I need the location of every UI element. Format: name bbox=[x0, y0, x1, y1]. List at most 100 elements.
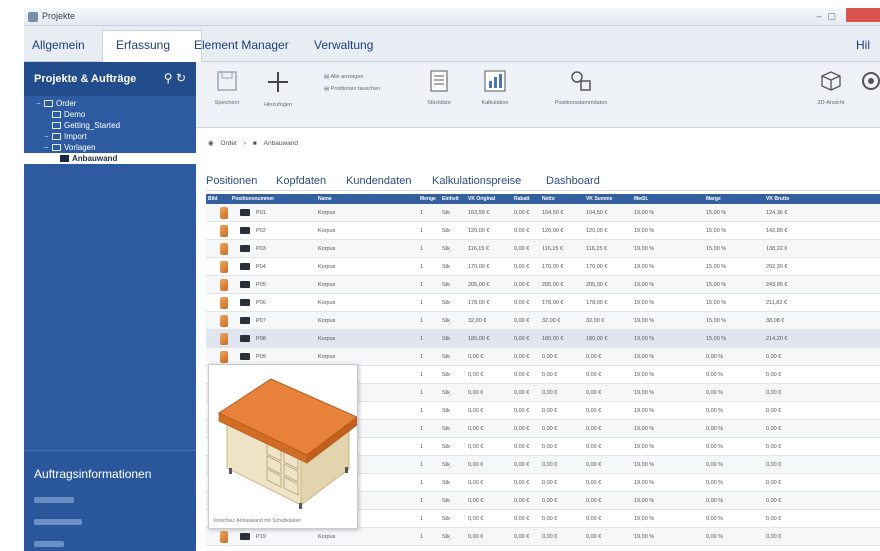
search-icon[interactable]: ⚲ bbox=[164, 71, 173, 85]
menu-erfassung[interactable]: Erfassung bbox=[116, 38, 170, 52]
menu-allgemein[interactable]: Allgemein bbox=[32, 38, 85, 52]
column-header[interactable]: Netto bbox=[542, 196, 555, 202]
cell-vat: 19,00 % bbox=[634, 480, 655, 486]
cell-total: 0,00 € bbox=[586, 408, 602, 414]
tab-dashboard[interactable]: Dashboard bbox=[546, 175, 600, 187]
cell-quantity: 1 bbox=[420, 336, 424, 342]
save-button[interactable]: Speichern bbox=[210, 70, 244, 106]
column-header[interactable]: Menge bbox=[420, 196, 436, 202]
cell-unit: Stk bbox=[442, 534, 450, 540]
cell-discount: 0,00 € bbox=[514, 516, 530, 522]
table-row[interactable]: P06 Korpus 1 Stk 178,00 € 0,00 € 178,00 € 178,0… bbox=[206, 294, 880, 312]
cell-net: 120,00 € bbox=[542, 228, 564, 234]
table-row[interactable]: P04 Korpus 1 Stk 170,00 € 0,00 € 170,00 € 170,0… bbox=[206, 258, 880, 276]
cell-gross: 0,00 € bbox=[766, 462, 782, 468]
cell-gross: 0,00 € bbox=[766, 408, 782, 414]
column-header[interactable]: Einheit bbox=[442, 196, 459, 202]
column-header[interactable]: Marge bbox=[706, 196, 721, 202]
column-header[interactable]: VK Summe bbox=[586, 196, 612, 202]
tree-node[interactable]: Anbauwand bbox=[24, 153, 196, 164]
tree-node[interactable]: − Import bbox=[24, 131, 196, 142]
tree-twisty[interactable]: − bbox=[44, 142, 52, 153]
tree-node[interactable]: − Order bbox=[24, 98, 196, 109]
tree-twisty[interactable]: − bbox=[44, 131, 52, 142]
cell-quantity: 1 bbox=[420, 444, 424, 450]
breadcrumb-home-icon[interactable]: ◉ bbox=[208, 139, 214, 147]
folder-icon bbox=[52, 122, 61, 129]
tree-node[interactable]: Demo bbox=[24, 109, 196, 120]
tab-kopfdaten[interactable]: Kopfdaten bbox=[276, 175, 326, 187]
menu-verwaltung[interactable]: Verwaltung bbox=[314, 38, 373, 52]
column-header[interactable]: MwSt. bbox=[634, 196, 648, 202]
cell-net: 0,00 € bbox=[542, 444, 558, 450]
table-row[interactable]: P19 Korpus 1 Stk 0,00 € 0,00 € 0,00 € 0,00 € 19,… bbox=[206, 528, 880, 546]
tool-label: 3D-Ansicht bbox=[817, 100, 845, 106]
3d-view-button[interactable]: 3D-Ansicht bbox=[816, 70, 846, 106]
cell-price-original: 170,00 € bbox=[468, 264, 490, 270]
window-controls[interactable]: –▢ bbox=[816, 11, 842, 22]
tool-label: Positionen tauschen bbox=[330, 86, 381, 92]
table-row[interactable]: P08 Korpus 1 Stk 180,00 € 0,00 € 180,00 € 180,0… bbox=[206, 330, 880, 348]
tree-node[interactable]: − Vorlagen bbox=[24, 142, 196, 153]
tab-kundendaten[interactable]: Kundendaten bbox=[346, 175, 411, 187]
cell-gross: 202,30 € bbox=[766, 264, 788, 270]
breadcrumb-item[interactable]: Anbauwand bbox=[264, 140, 298, 147]
cell-net: 170,00 € bbox=[542, 264, 564, 270]
tab-kalkulationspreise[interactable]: Kalkulationspreise bbox=[432, 175, 521, 187]
table-row[interactable]: P05 Korpus 1 Stk 205,00 € 0,00 € 205,00 € 205,0… bbox=[206, 276, 880, 294]
cell-total: 0,00 € bbox=[586, 444, 602, 450]
cell-margin: 15,00 % bbox=[706, 300, 727, 306]
cell-quantity: 1 bbox=[420, 426, 424, 432]
cell-total: 116,15 € bbox=[586, 246, 608, 252]
tree-node[interactable]: Getting_Started bbox=[24, 120, 196, 131]
parts-list-button[interactable]: Stückliste bbox=[422, 70, 456, 106]
swap-positions-button[interactable]: ▤ Positionen tauschen bbox=[324, 86, 384, 92]
table-row[interactable]: P03 Korpus 1 Stk 116,15 € 0,00 € 116,15 € 116,1… bbox=[206, 240, 880, 258]
menu-element-manager[interactable]: Element Manager bbox=[194, 38, 289, 52]
show-all-button[interactable]: ▤ Alle anzeigen bbox=[324, 74, 380, 80]
tree-twisty[interactable]: − bbox=[36, 98, 44, 109]
cell-net: 0,00 € bbox=[542, 534, 558, 540]
cell-unit: Stk bbox=[442, 390, 450, 396]
cell-quantity: 1 bbox=[420, 372, 424, 378]
element-icon bbox=[240, 533, 250, 540]
cell-net: 180,00 € bbox=[542, 336, 564, 342]
table-row[interactable]: P07 Korpus 1 Stk 32,00 € 0,00 € 32,00 € 32,00 €… bbox=[206, 312, 880, 330]
column-header[interactable]: Name bbox=[318, 196, 332, 202]
cell-position-number: P06 bbox=[256, 300, 266, 306]
menu-bar: Allgemein Erfassung Element Manager Verw… bbox=[24, 26, 880, 62]
cell-price-original: 0,00 € bbox=[468, 516, 484, 522]
cell-margin: 0,00 % bbox=[706, 444, 724, 450]
cell-quantity: 1 bbox=[420, 354, 424, 360]
cell-position-name: Korpus bbox=[318, 246, 336, 252]
tab-positionen[interactable]: Positionen bbox=[206, 175, 257, 187]
close-button[interactable] bbox=[846, 8, 880, 22]
table-row[interactable]: P01 Korpus 1 Stk 103,50 € 0,00 € 104,50 € 104,5… bbox=[206, 204, 880, 222]
column-header[interactable]: Bild bbox=[208, 196, 217, 202]
position-master-data-button[interactable]: Positionsstammdaten bbox=[536, 70, 626, 106]
table-row[interactable]: P02 Korpus 1 Stk 120,00 € 0,00 € 120,00 € 120,0… bbox=[206, 222, 880, 240]
order-info-title: Auftragsinformationen bbox=[34, 467, 152, 481]
menu-help[interactable]: Hil bbox=[856, 38, 870, 52]
position-thumbnail bbox=[220, 207, 228, 219]
list-icon: ▤ bbox=[324, 74, 330, 80]
column-header[interactable]: VK Brutto bbox=[766, 196, 789, 202]
tree-node-label: Anbauwand bbox=[72, 154, 118, 163]
refresh-icon[interactable]: ↻ bbox=[176, 71, 186, 85]
tool-label: Alle anzeigen bbox=[330, 74, 364, 80]
column-header[interactable]: VK Original bbox=[468, 196, 495, 202]
cell-position-name: Korpus bbox=[318, 210, 336, 216]
folder-icon bbox=[52, 111, 61, 118]
cell-total: 178,00 € bbox=[586, 300, 608, 306]
column-header[interactable]: Rabatt bbox=[514, 196, 530, 202]
cell-position-name: Korpus bbox=[318, 264, 336, 270]
column-header[interactable]: Positionsnummer bbox=[232, 196, 274, 202]
cell-net: 32,00 € bbox=[542, 318, 561, 324]
cell-vat: 19,00 % bbox=[634, 300, 655, 306]
breadcrumb-item[interactable]: Order bbox=[220, 140, 237, 147]
cell-vat: 19,00 % bbox=[634, 336, 655, 342]
add-button[interactable]: Hinzufügen bbox=[260, 70, 296, 108]
settings-button[interactable] bbox=[860, 70, 880, 97]
cell-vat: 19,00 % bbox=[634, 390, 655, 396]
calculation-button[interactable]: Kalkulation bbox=[478, 70, 512, 106]
